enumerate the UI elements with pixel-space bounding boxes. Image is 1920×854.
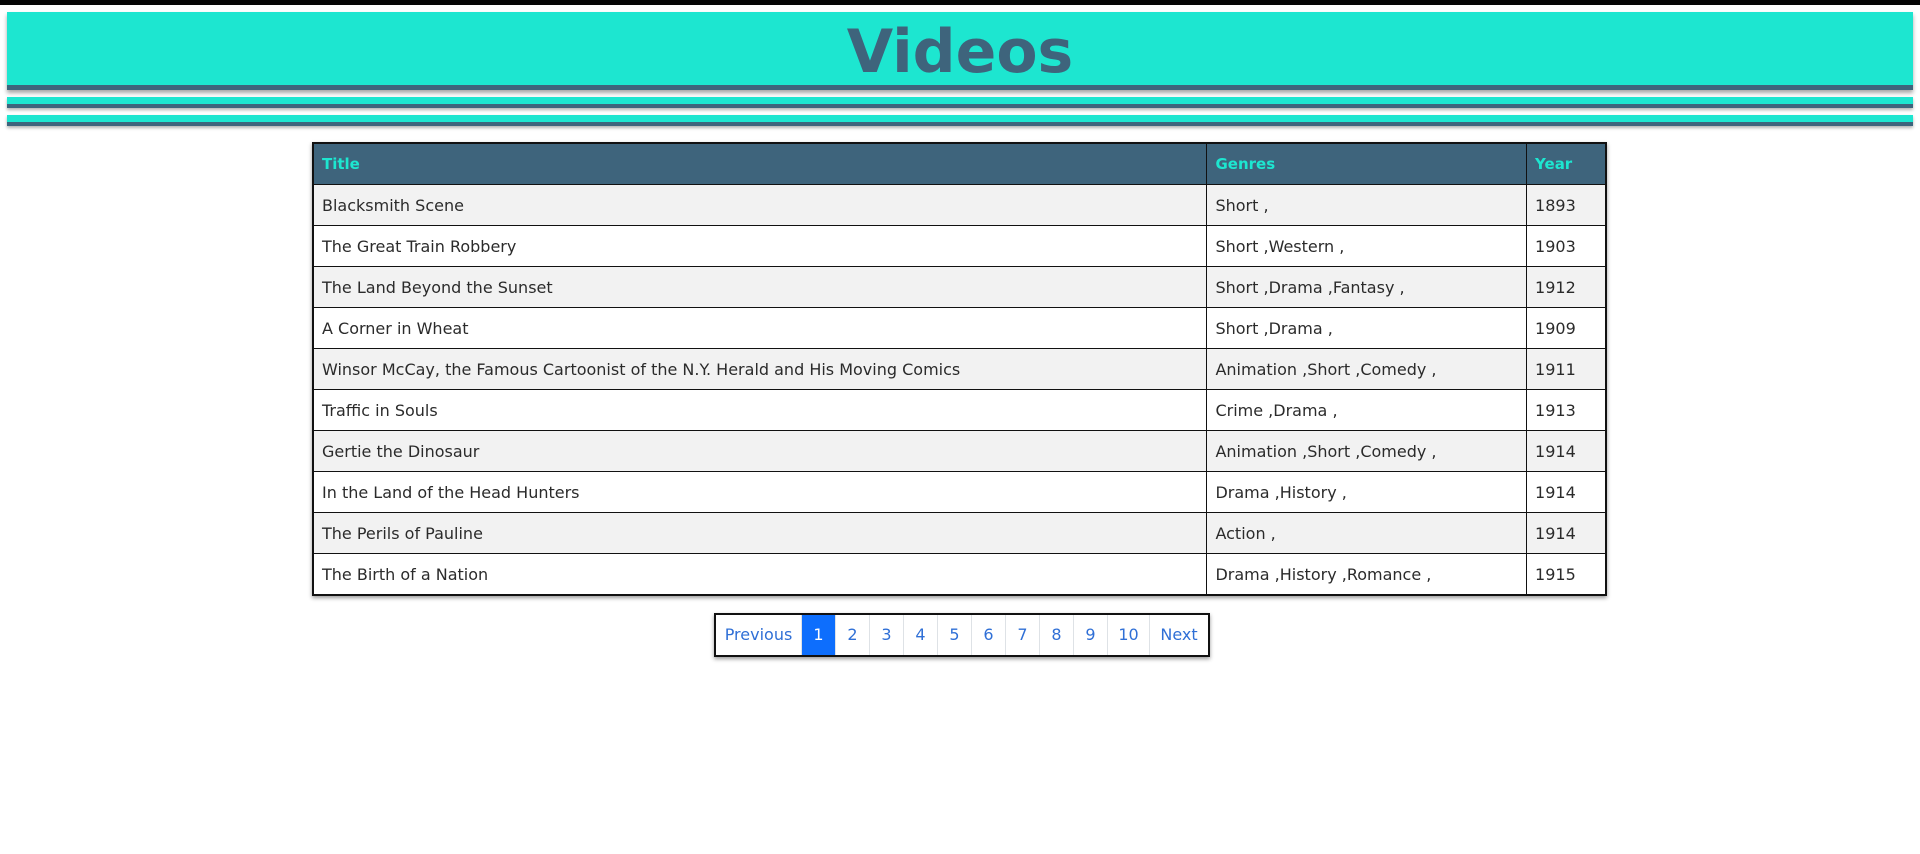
pagination-page-4[interactable]: 4 — [904, 615, 938, 655]
table-row[interactable]: In the Land of the Head Hunters Drama ,H… — [312, 471, 1607, 513]
cell-year: 1914 — [1526, 471, 1607, 513]
pagination-page-7[interactable]: 7 — [1006, 615, 1040, 655]
cell-genres: Animation ,Short ,Comedy , — [1206, 348, 1528, 390]
cell-title: Gertie the Dinosaur — [312, 430, 1208, 472]
cell-genres: Short ,Western , — [1206, 225, 1528, 267]
cell-title: Traffic in Souls — [312, 389, 1208, 431]
table-row[interactable]: Blacksmith Scene Short , 1893 — [312, 184, 1607, 226]
pagination-next-button[interactable]: Next — [1150, 615, 1208, 655]
cell-genres: Drama ,History , — [1206, 471, 1528, 513]
cell-year: 1911 — [1526, 348, 1607, 390]
cell-year: 1914 — [1526, 512, 1607, 554]
pagination-page-8[interactable]: 8 — [1040, 615, 1074, 655]
cell-title: A Corner in Wheat — [312, 307, 1208, 349]
cell-genres: Action , — [1206, 512, 1528, 554]
header-divider-stripe — [7, 97, 1913, 108]
header-divider-stripe — [7, 115, 1913, 126]
pagination: Previous 1 2 3 4 5 6 7 8 9 10 Next — [714, 613, 1210, 657]
cell-title: In the Land of the Head Hunters — [312, 471, 1208, 513]
cell-year: 1903 — [1526, 225, 1607, 267]
videos-table: Title Genres Year Blacksmith Scene Short… — [312, 142, 1607, 596]
browser-top-bar — [0, 0, 1920, 5]
table-row[interactable]: The Perils of Pauline Action , 1914 — [312, 512, 1607, 554]
cell-title: The Land Beyond the Sunset — [312, 266, 1208, 308]
table-row[interactable]: Gertie the Dinosaur Animation ,Short ,Co… — [312, 430, 1607, 472]
table-row[interactable]: Traffic in Souls Crime ,Drama , 1913 — [312, 389, 1607, 431]
cell-year: 1915 — [1526, 553, 1607, 596]
table-row[interactable]: The Birth of a Nation Drama ,History ,Ro… — [312, 553, 1607, 596]
pagination-previous-button[interactable]: Previous — [716, 615, 802, 655]
pagination-page-2[interactable]: 2 — [836, 615, 870, 655]
table-row[interactable]: Winsor McCay, the Famous Cartoonist of t… — [312, 348, 1607, 390]
table-body: Blacksmith Scene Short , 1893 The Great … — [312, 184, 1607, 596]
cell-title: Winsor McCay, the Famous Cartoonist of t… — [312, 348, 1208, 390]
cell-title: The Birth of a Nation — [312, 553, 1208, 596]
column-header-title[interactable]: Title — [312, 142, 1208, 185]
cell-year: 1913 — [1526, 389, 1607, 431]
page-title: Videos — [846, 17, 1074, 87]
cell-genres: Short ,Drama ,Fantasy , — [1206, 266, 1528, 308]
cell-genres: Short , — [1206, 184, 1528, 226]
table-row[interactable]: A Corner in Wheat Short ,Drama , 1909 — [312, 307, 1607, 349]
table-row[interactable]: The Great Train Robbery Short ,Western ,… — [312, 225, 1607, 267]
pagination-page-10[interactable]: 10 — [1108, 615, 1150, 655]
cell-year: 1893 — [1526, 184, 1607, 226]
cell-year: 1914 — [1526, 430, 1607, 472]
cell-title: The Great Train Robbery — [312, 225, 1208, 267]
cell-genres: Drama ,History ,Romance , — [1206, 553, 1528, 596]
column-header-year[interactable]: Year — [1526, 142, 1607, 185]
page-header: Videos — [7, 12, 1913, 90]
table-header-row: Title Genres Year — [312, 142, 1607, 185]
cell-year: 1909 — [1526, 307, 1607, 349]
table-header: Title Genres Year — [312, 142, 1607, 185]
cell-genres: Crime ,Drama , — [1206, 389, 1528, 431]
pagination-page-1[interactable]: 1 — [802, 615, 836, 655]
pagination-page-9[interactable]: 9 — [1074, 615, 1108, 655]
pagination-page-6[interactable]: 6 — [972, 615, 1006, 655]
cell-genres: Short ,Drama , — [1206, 307, 1528, 349]
cell-year: 1912 — [1526, 266, 1607, 308]
pagination-page-3[interactable]: 3 — [870, 615, 904, 655]
table-row[interactable]: The Land Beyond the Sunset Short ,Drama … — [312, 266, 1607, 308]
pagination-page-5[interactable]: 5 — [938, 615, 972, 655]
cell-title: The Perils of Pauline — [312, 512, 1208, 554]
cell-title: Blacksmith Scene — [312, 184, 1208, 226]
cell-genres: Animation ,Short ,Comedy , — [1206, 430, 1528, 472]
column-header-genres[interactable]: Genres — [1206, 142, 1528, 185]
